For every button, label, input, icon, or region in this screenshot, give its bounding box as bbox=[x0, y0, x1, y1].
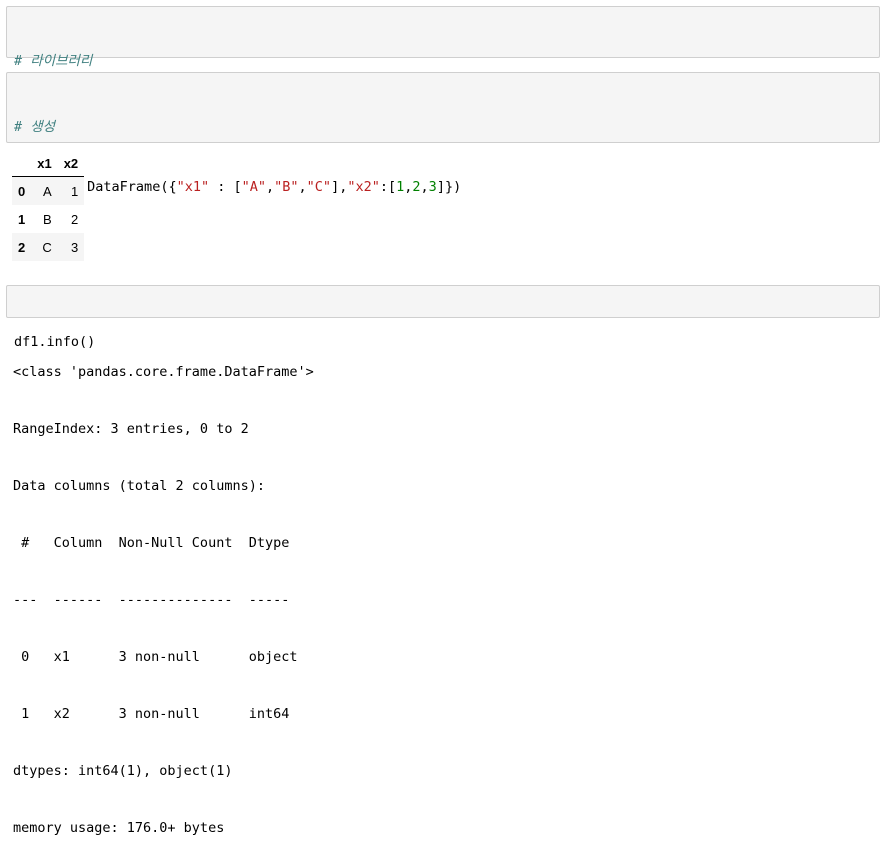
output-line: memory usage: 176.0+ bytes bbox=[13, 820, 225, 836]
code-token: , bbox=[298, 179, 307, 195]
table-row: 2 C 3 bbox=[12, 233, 85, 261]
code-string: "x1" bbox=[176, 179, 210, 195]
table-cell: C bbox=[42, 239, 52, 255]
column-header: x1 bbox=[31, 150, 58, 177]
column-header: x2 bbox=[57, 150, 85, 177]
table-cell: 2 bbox=[70, 211, 79, 227]
code-token: ]}) bbox=[436, 179, 462, 195]
index-header bbox=[12, 150, 32, 177]
table-cell: 3 bbox=[70, 239, 79, 255]
row-index: 1 bbox=[18, 211, 26, 227]
output-line: Data columns (total 2 columns): bbox=[13, 478, 265, 494]
code-cell-import[interactable]: # 라이브러리 import pandas as pd bbox=[6, 6, 880, 129]
output-line: 0 x1 3 non-null object bbox=[13, 649, 298, 665]
dataframe-output: x1 x2 0 A 1 1 B 2 2 C 3 bbox=[12, 150, 85, 261]
code-string: "A" bbox=[241, 179, 266, 195]
code-cell-create[interactable]: # 생성 df1 = pd.DataFrame({"x1" : ["A","B"… bbox=[6, 72, 880, 255]
code-number: 2 bbox=[412, 179, 421, 195]
table-cell: B bbox=[43, 211, 52, 227]
table-row: 0 A 1 bbox=[12, 176, 85, 205]
table-header-row: x1 x2 bbox=[12, 150, 85, 177]
table-row: 1 B 2 bbox=[12, 205, 84, 233]
code-token: :[ bbox=[379, 179, 397, 195]
output-line: # Column Non-Null Count Dtype bbox=[13, 535, 298, 551]
table-cell: 1 bbox=[70, 183, 79, 199]
code-number: 3 bbox=[428, 179, 437, 195]
output-line: RangeIndex: 3 entries, 0 to 2 bbox=[13, 421, 249, 437]
output-line: <class 'pandas.core.frame.DataFrame'> bbox=[13, 364, 314, 380]
output-line: --- ------ -------------- ----- bbox=[13, 592, 298, 608]
code-token: , bbox=[420, 179, 429, 195]
code-string: "B" bbox=[274, 179, 299, 195]
code-token: : [ bbox=[209, 179, 242, 195]
code-token: ], bbox=[331, 179, 348, 195]
output-line: dtypes: int64(1), object(1) bbox=[13, 763, 233, 779]
code-cell-info[interactable]: df1.info() bbox=[6, 285, 880, 350]
code-comment: # 라이브러리 bbox=[14, 53, 93, 69]
code-comment: # 생성 bbox=[14, 119, 56, 135]
output-line: 1 x2 3 non-null int64 bbox=[13, 706, 298, 722]
info-output: <class 'pandas.core.frame.DataFrame'> Ra… bbox=[13, 325, 314, 857]
table-cell: A bbox=[43, 183, 52, 199]
code-string: "x2" bbox=[347, 179, 380, 195]
code-string: "C" bbox=[306, 179, 332, 195]
code-token: , bbox=[266, 179, 275, 195]
row-index: 0 bbox=[18, 183, 26, 199]
row-index: 2 bbox=[18, 239, 26, 255]
